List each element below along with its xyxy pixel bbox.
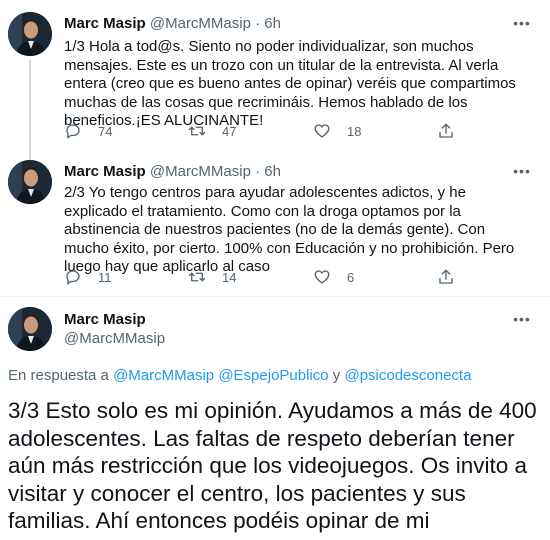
author-handle[interactable]: @MarcMMasip bbox=[64, 330, 165, 347]
share-icon bbox=[439, 269, 453, 284]
share-icon bbox=[439, 123, 453, 138]
mention-link[interactable]: @EspejoPublico bbox=[218, 367, 328, 384]
reply-button[interactable]: 11 bbox=[64, 267, 112, 287]
like-count: 18 bbox=[347, 123, 362, 139]
tweet-text: 2/3 Yo tengo centros para ayudar adolesc… bbox=[64, 184, 515, 275]
reply-icon bbox=[66, 124, 80, 139]
author-handle[interactable]: @MarcMMasip bbox=[150, 163, 251, 180]
like-button[interactable]: 18 bbox=[313, 121, 361, 141]
mention-link[interactable]: @MarcMMasip bbox=[113, 367, 214, 384]
avatar[interactable] bbox=[8, 307, 52, 351]
author-name[interactable]: Marc Masip bbox=[64, 311, 146, 328]
mention-link[interactable]: @psicodesconecta bbox=[344, 367, 471, 384]
reply-count: 74 bbox=[98, 123, 113, 139]
like-button[interactable]: 6 bbox=[313, 267, 354, 287]
separator: · bbox=[255, 15, 261, 32]
more-icon[interactable]: ••• bbox=[510, 16, 534, 35]
author-handle[interactable]: @MarcMMasip bbox=[150, 15, 251, 32]
author-name[interactable]: Marc Masip bbox=[64, 163, 146, 180]
like-icon bbox=[314, 124, 330, 138]
retweet-icon bbox=[188, 126, 206, 136]
more-icon[interactable]: ••• bbox=[510, 312, 534, 331]
separator: · bbox=[255, 163, 261, 180]
reply-context: En respuesta a @MarcMMasip @EspejoPublic… bbox=[8, 367, 471, 384]
reply-icon bbox=[66, 270, 80, 285]
like-count: 6 bbox=[347, 269, 355, 285]
timestamp[interactable]: 6h bbox=[264, 15, 281, 32]
reply-conjunction: y bbox=[332, 367, 341, 384]
action-bar: 74 47 18 bbox=[64, 121, 484, 141]
reply-prefix: En respuesta a bbox=[8, 367, 109, 384]
action-bar: 11 14 6 bbox=[64, 267, 484, 287]
thread-line bbox=[29, 60, 31, 164]
timestamp[interactable]: 6h bbox=[264, 163, 281, 180]
tweet-1[interactable]: Marc Masip @MarcMMasip · 6h ••• 1/3 Hola… bbox=[0, 0, 550, 164]
share-button[interactable] bbox=[437, 267, 455, 287]
share-button[interactable] bbox=[437, 121, 455, 141]
retweet-button[interactable]: 14 bbox=[188, 267, 236, 287]
main-tweet-text: 3/3 Esto solo es mi opinión. Ayudamos a … bbox=[8, 398, 537, 540]
avatar[interactable] bbox=[8, 160, 52, 204]
retweet-count: 47 bbox=[222, 123, 237, 139]
reply-button[interactable]: 74 bbox=[64, 121, 112, 141]
avatar[interactable] bbox=[8, 12, 52, 56]
main-tweet: Marc Masip @MarcMMasip ••• En respuesta … bbox=[0, 297, 550, 540]
tweet-2[interactable]: Marc Masip @MarcMMasip · 6h ••• 2/3 Yo t… bbox=[0, 156, 550, 296]
retweet-icon bbox=[188, 272, 206, 282]
retweet-button[interactable]: 47 bbox=[188, 121, 236, 141]
tweet-header: Marc Masip @MarcMMasip · 6h bbox=[64, 15, 281, 33]
retweet-count: 14 bbox=[222, 269, 237, 285]
tweet-header: Marc Masip @MarcMMasip · 6h bbox=[64, 163, 281, 181]
more-icon[interactable]: ••• bbox=[510, 164, 534, 183]
like-icon bbox=[314, 270, 330, 284]
reply-count: 11 bbox=[98, 269, 112, 285]
author-name[interactable]: Marc Masip bbox=[64, 15, 146, 32]
tweet-text: 1/3 Hola a tod@s. Siento no poder indivi… bbox=[64, 38, 516, 129]
